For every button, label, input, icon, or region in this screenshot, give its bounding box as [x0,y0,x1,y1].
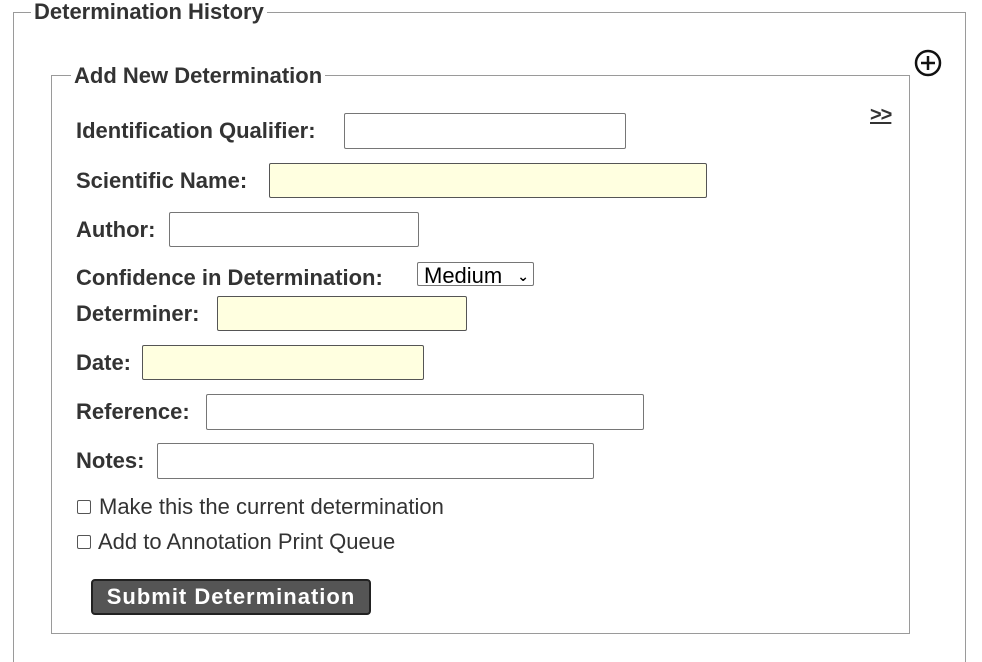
confidence-label: Confidence in Determination: [76,265,383,290]
determiner-label: Determiner: [76,301,200,326]
identification-qualifier-label: Identification Qualifier: [76,118,316,143]
scientific-name-input[interactable] [269,163,707,198]
make-current-label: Make this the current determination [99,494,444,519]
confidence-selected-value: Medium [424,263,503,286]
confidence-select[interactable]: Medium ⌄ [417,262,534,286]
reference-input[interactable] [206,394,644,430]
identification-qualifier-input[interactable] [344,113,626,149]
make-current-checkbox[interactable] [77,500,91,514]
determiner-input[interactable] [217,296,467,331]
author-label: Author: [76,217,156,242]
print-queue-checkbox[interactable] [77,535,91,549]
date-input[interactable] [142,345,424,380]
notes-input[interactable] [157,443,594,479]
date-label: Date: [76,350,132,375]
notes-label: Notes: [76,448,145,473]
determination-history-legend: Determination History [31,0,267,24]
chevron-down-icon: ⌄ [517,268,529,284]
plus-circle-icon[interactable] [913,48,943,78]
scientific-name-label: Scientific Name: [76,168,248,193]
print-queue-label: Add to Annotation Print Queue [98,529,396,554]
author-input[interactable] [169,212,419,247]
submit-determination-button[interactable]: Submit Determination [91,579,371,615]
reference-label: Reference: [76,399,190,424]
expand-toggle-link[interactable]: >> [870,104,892,127]
add-new-determination-legend: Add New Determination [71,64,326,88]
